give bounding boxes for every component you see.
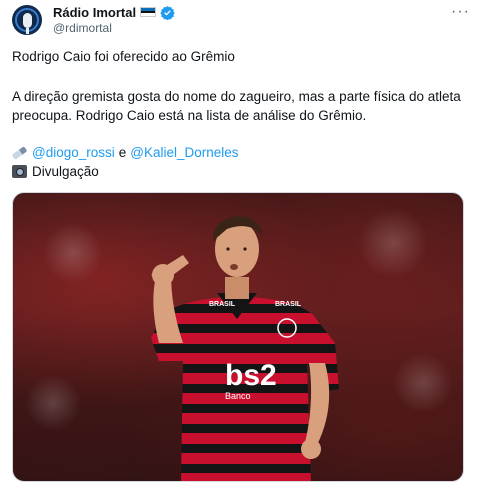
post-photo[interactable]: bs2 Banco BRASIL BRASIL <box>12 192 464 482</box>
jersey-sleeve-text: BRASIL <box>275 301 302 308</box>
credit-joiner: e <box>118 145 127 160</box>
tweet-card: Rádio Imortal @rdimortal ··· Rodrigo Cai… <box>0 0 484 490</box>
player-illustration: bs2 Banco BRASIL BRASIL <box>25 208 453 481</box>
credit-line-photo: Divulgação <box>12 162 467 181</box>
flag-icon <box>140 7 157 17</box>
display-name-row: Rádio Imortal <box>53 4 175 20</box>
mention-link[interactable]: @diogo_rossi <box>32 143 115 162</box>
author-handle[interactable]: @rdimortal <box>53 21 112 35</box>
display-name[interactable]: Rádio Imortal <box>53 5 136 20</box>
verified-badge-icon <box>160 5 175 20</box>
photo-credit: Divulgação <box>32 164 99 179</box>
jersey-sponsor-text: bs2 <box>225 359 277 392</box>
post-credits: @diogo_rossi e @Kaliel_Dorneles Divulgaç… <box>11 143 467 181</box>
camera-emoji-icon <box>12 165 27 178</box>
pen-emoji-icon <box>11 145 28 160</box>
microphone-icon <box>22 12 32 34</box>
jersey-sponsor-subtext: Banco <box>225 391 251 401</box>
post-headline: Rodrigo Caio foi oferecido ao Grêmio <box>12 49 235 64</box>
more-options-icon[interactable]: ··· <box>451 3 470 21</box>
post-body: A direção gremista gosta do nome do zagu… <box>12 89 461 123</box>
credit-line-mentions: @diogo_rossi e @Kaliel_Dorneles <box>11 143 467 162</box>
mention-link[interactable]: @Kaliel_Dorneles <box>130 143 238 162</box>
avatar[interactable] <box>12 5 42 35</box>
jersey-sleeve-text: BRASIL <box>209 301 236 308</box>
